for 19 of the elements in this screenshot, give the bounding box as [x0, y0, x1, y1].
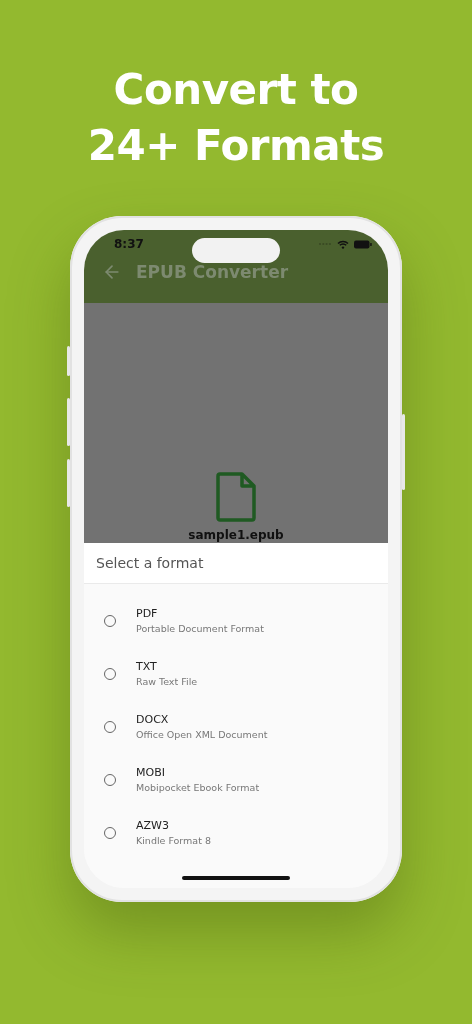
format-label: DOCX: [136, 713, 170, 726]
headline: Convert to: [113, 64, 359, 116]
format-description: Mobipocket Ebook Format: [136, 782, 260, 793]
sheet-title: Select a format: [84, 543, 388, 584]
format-label: TXT: [136, 660, 158, 673]
wifi-icon: [337, 239, 349, 249]
format-description: Kindle Format 8: [136, 835, 211, 846]
format-label: PDF: [136, 607, 159, 620]
headline: 24+ Formats: [87, 120, 385, 172]
battery-icon: [354, 239, 372, 249]
file-icon: [216, 472, 256, 522]
format-label: AZW3: [136, 819, 170, 832]
file-name: sample1.epub: [188, 528, 284, 543]
format-description: Office Open XML Document: [136, 729, 268, 740]
status-time: 8:37: [114, 237, 144, 251]
format-description: Portable Document Format: [136, 623, 264, 634]
format-label: MOBI: [136, 766, 166, 779]
format-description: Raw Text File: [136, 676, 198, 687]
app-title: EPUB Converter: [136, 262, 289, 282]
